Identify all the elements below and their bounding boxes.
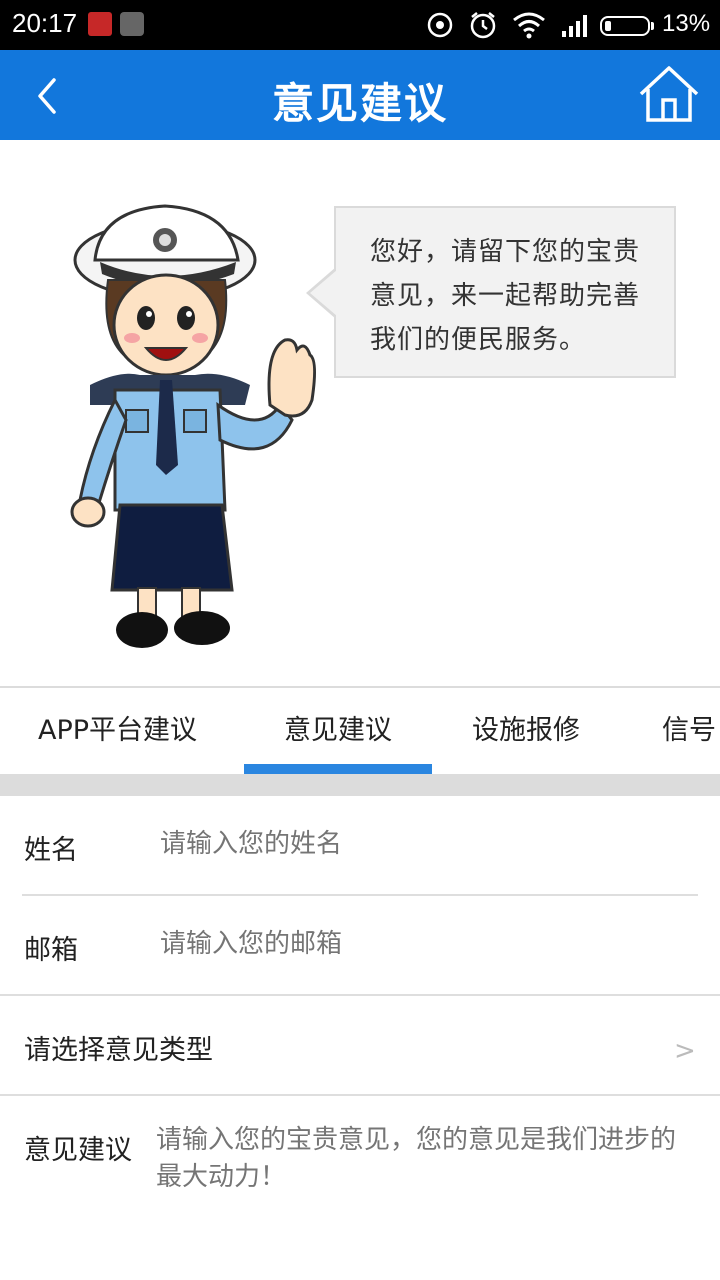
tab-signal[interactable]: 信号 bbox=[662, 688, 716, 776]
name-label: 姓名 bbox=[24, 835, 78, 866]
divider bbox=[0, 1094, 720, 1096]
category-tabs: APP平台建议 意见建议 设施报修 信号 bbox=[0, 686, 720, 776]
app-notification-icon bbox=[120, 12, 144, 36]
divider bbox=[22, 894, 698, 896]
wifi-icon bbox=[513, 12, 545, 39]
cell-signal-icon bbox=[562, 15, 587, 37]
tab-app-platform[interactable]: APP平台建议 bbox=[38, 688, 197, 776]
battery-tip bbox=[651, 22, 654, 30]
chevron-right-icon: > bbox=[674, 1036, 696, 1066]
speech-bubble-text: 您好，请留下您的宝贵意见，来一起帮助完善我们的便民服务。 bbox=[370, 237, 641, 355]
section-divider bbox=[0, 774, 720, 796]
tab-facility-repair[interactable]: 设施报修 bbox=[472, 688, 580, 776]
suggestion-textarea[interactable] bbox=[156, 1122, 676, 1212]
name-input[interactable] bbox=[160, 826, 690, 862]
status-bar: 20:17 13% bbox=[0, 0, 720, 50]
speech-bubble: 您好，请留下您的宝贵意见，来一起帮助完善我们的便民服务。 bbox=[334, 206, 676, 378]
page-title: 意见建议 bbox=[271, 79, 448, 128]
suggestion-form: 姓名 邮箱 请选择意见类型 > 意见建议 bbox=[0, 796, 720, 1280]
opinion-type-label: 请选择意见类型 bbox=[24, 1035, 213, 1066]
home-button[interactable] bbox=[636, 64, 702, 126]
home-icon bbox=[639, 66, 699, 122]
app-notification-icon bbox=[88, 12, 112, 36]
hero-section: 您好，请留下您的宝贵意见，来一起帮助完善我们的便民服务。 bbox=[0, 140, 720, 686]
sync-icon bbox=[427, 12, 453, 38]
status-time: 20:17 bbox=[12, 8, 78, 38]
battery-percent: 13% bbox=[662, 10, 711, 37]
alarm-icon bbox=[470, 12, 496, 39]
suggestion-label: 意见建议 bbox=[24, 1135, 132, 1166]
tab-suggestion[interactable]: 意见建议 bbox=[284, 688, 392, 776]
speech-bubble-tail-inner bbox=[310, 270, 337, 316]
opinion-type-selector[interactable]: 请选择意见类型 > bbox=[0, 996, 720, 1094]
tab-selected-indicator bbox=[244, 764, 432, 774]
title-bar: 意见建议 bbox=[0, 50, 720, 140]
email-label: 邮箱 bbox=[24, 935, 78, 966]
police-mascot-illustration bbox=[70, 204, 317, 648]
status-icons bbox=[426, 10, 592, 40]
battery-icon bbox=[600, 16, 650, 36]
email-input[interactable] bbox=[160, 926, 690, 962]
